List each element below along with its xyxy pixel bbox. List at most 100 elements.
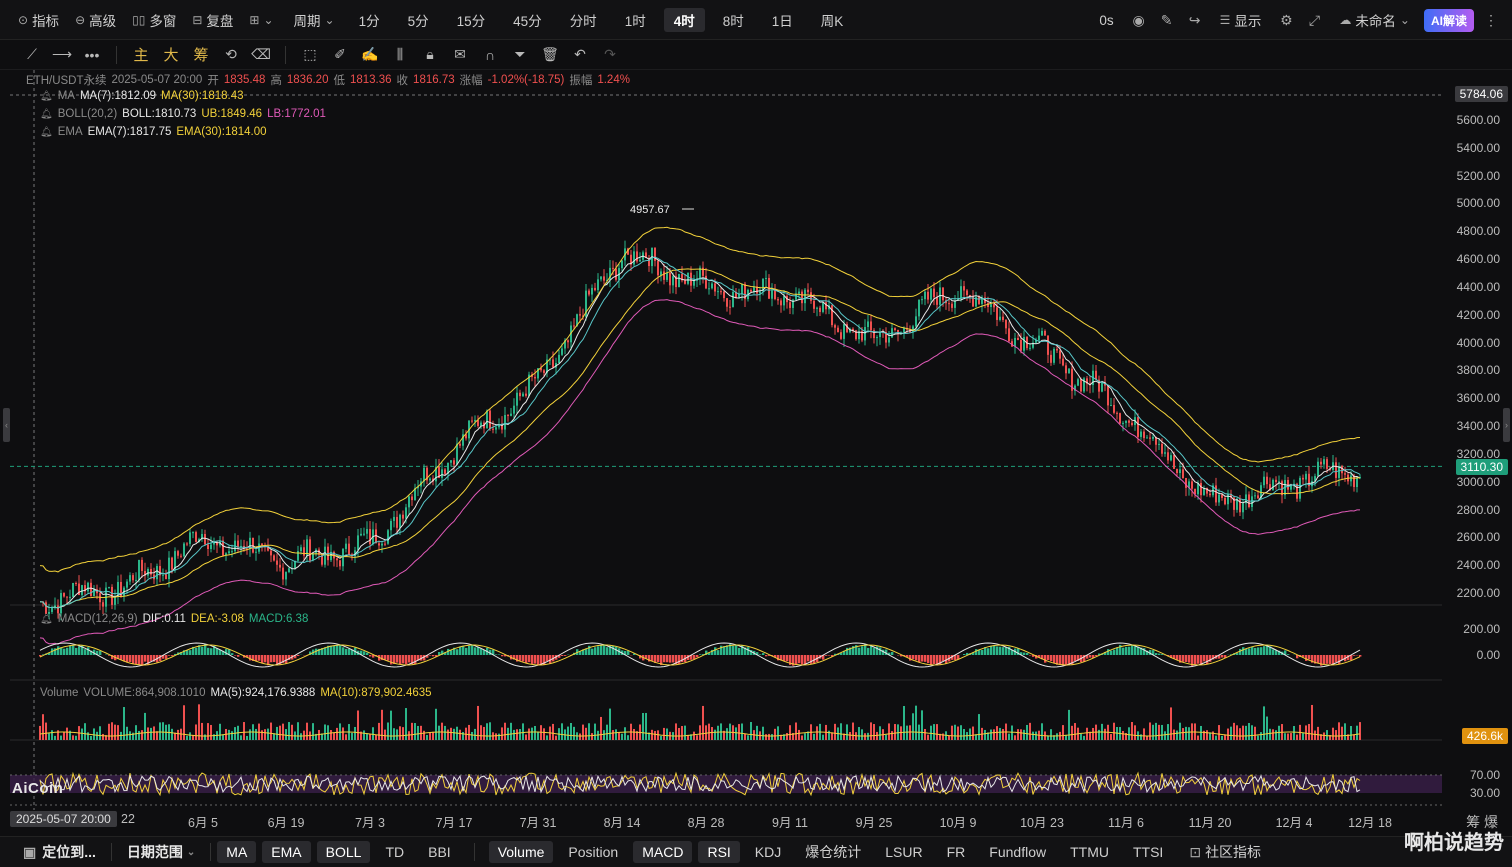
- period-tab[interactable]: 15分: [447, 8, 496, 32]
- redo-icon[interactable]: ↷: [596, 43, 624, 67]
- horizontal-line-icon[interactable]: ⟶: [48, 43, 76, 67]
- pen-icon[interactable]: ✎: [1156, 12, 1178, 29]
- bell-icon[interactable]: 🔔︎: [40, 127, 53, 138]
- time-tick: 12月 18: [1348, 816, 1392, 830]
- candle-body: [369, 529, 371, 545]
- indicator-tab[interactable]: KDJ: [746, 841, 790, 863]
- select-icon[interactable]: ⬚: [296, 43, 324, 67]
- ruler-icon[interactable]: ✐: [326, 43, 354, 67]
- indicator-tab[interactable]: BBI: [419, 841, 460, 863]
- date-range-button[interactable]: 日期范围 ⌄: [118, 841, 204, 863]
- macd-bar: [495, 654, 498, 655]
- indicator-button[interactable]: ⊙ 指标: [10, 7, 67, 33]
- left-collapse-handle[interactable]: ‹: [3, 408, 10, 442]
- camera-icon[interactable]: ◉: [1128, 12, 1150, 29]
- ema-legend[interactable]: 🔔︎ EMA EMA(7):1817.75 EMA(30):1814.00: [40, 126, 267, 138]
- indicator-tab[interactable]: BOLL: [316, 841, 371, 863]
- volume-bar: [852, 722, 854, 740]
- main-force-button[interactable]: 主: [127, 43, 155, 67]
- volume-bar: [387, 722, 389, 740]
- boll-legend[interactable]: 🔔︎ BOLL(20,2) BOLL:1810.73 UB:1849.46 LB…: [40, 108, 326, 120]
- price-axis[interactable]: 5600.00 5400.00 5200.00 5000.00 4800.00 4600.…: [1442, 70, 1512, 830]
- trash-icon[interactable]: 🗑︎: [536, 43, 564, 67]
- bell-icon[interactable]: 🔔︎: [40, 109, 53, 120]
- community-indicator-button[interactable]: ⊡ 社区指标: [1180, 841, 1270, 863]
- macd-bar: [861, 646, 864, 655]
- indicator-tab[interactable]: MA: [217, 841, 257, 863]
- filter-icon[interactable]: ⏷: [506, 43, 534, 67]
- replay-button[interactable]: ⊟ 复盘: [184, 7, 241, 33]
- indicator-tab[interactable]: LSUR: [876, 841, 931, 863]
- indicator-tab[interactable]: TTSI: [1124, 841, 1172, 863]
- indicator-tab[interactable]: Position: [559, 841, 627, 863]
- volume-bar: [1182, 728, 1184, 740]
- macd-bar: [1029, 655, 1032, 656]
- lock-icon[interactable]: 🔒︎: [416, 43, 444, 67]
- more-icon[interactable]: ⋮: [1480, 12, 1502, 29]
- dots-icon[interactable]: •••: [78, 43, 106, 67]
- period-tab[interactable]: 周K: [811, 8, 854, 32]
- chart-svg[interactable]: 4957.67: [10, 70, 1442, 830]
- multi-window-button[interactable]: ▯▯ 多窗: [124, 7, 184, 33]
- period-tab[interactable]: 8时: [713, 8, 754, 32]
- macd-bar: [138, 655, 141, 665]
- indicator-tab[interactable]: Fundflow: [980, 841, 1055, 863]
- period-tab[interactable]: 4时: [663, 7, 705, 32]
- eraser-icon[interactable]: ⌫: [247, 43, 275, 67]
- indicator-tab[interactable]: MACD: [633, 841, 693, 863]
- brush-icon[interactable]: ✍: [356, 43, 384, 67]
- ai-interpret-button[interactable]: AI解读: [1423, 8, 1474, 32]
- macd-bar: [408, 655, 411, 663]
- indicator-tab[interactable]: FR: [938, 841, 975, 863]
- period-tab[interactable]: 1日: [762, 8, 803, 32]
- candle-body: [1209, 493, 1211, 496]
- indicator-tab[interactable]: EMA: [262, 841, 311, 863]
- bell-icon[interactable]: 🔔︎: [40, 91, 53, 102]
- volume-bar: [891, 731, 893, 740]
- period-tab[interactable]: 1时: [615, 8, 656, 32]
- large-order-button[interactable]: 大: [157, 43, 185, 67]
- period-tab[interactable]: 1分: [349, 8, 390, 32]
- macd-bar: [975, 649, 978, 655]
- indicator-tab[interactable]: 爆仓统计: [796, 841, 870, 863]
- fullscreen-icon[interactable]: ⤢: [1303, 12, 1325, 29]
- macd-bar: [402, 655, 405, 664]
- note-icon[interactable]: ✉: [446, 43, 474, 67]
- locate-button[interactable]: ▣ 定位到...: [14, 841, 105, 863]
- macd-bar: [432, 655, 435, 657]
- macd-bar: [999, 646, 1002, 655]
- layout-name-menu[interactable]: ☁ 未命名 ⌄: [1331, 7, 1418, 33]
- period-tab[interactable]: 45分: [503, 8, 552, 32]
- magnet-icon[interactable]: ∩: [476, 43, 504, 67]
- period-tab[interactable]: 分时: [560, 8, 607, 32]
- indicator-tab[interactable]: TTMU: [1061, 841, 1118, 863]
- candle-body: [831, 305, 833, 326]
- share-icon[interactable]: ↪: [1184, 12, 1206, 29]
- advanced-button[interactable]: ⊖ 高级: [67, 7, 124, 33]
- candle-body: [1125, 420, 1127, 423]
- period-menu[interactable]: 周期 ⌄: [286, 7, 343, 33]
- indicator-tab[interactable]: Volume: [488, 841, 554, 863]
- sync-icon[interactable]: ⟲: [217, 43, 245, 67]
- candle-icon[interactable]: ⫼: [386, 43, 414, 67]
- trend-line-icon[interactable]: ⟋: [18, 43, 46, 67]
- bell-icon[interactable]: 🔔︎: [40, 614, 53, 625]
- layout-button[interactable]: ⊞ ⌄: [241, 7, 281, 33]
- macd-legend[interactable]: 🔔︎ MACD(12,26,9) DIF:0.11 DEA:-3.08 MACD…: [40, 613, 308, 625]
- price-tick: 2400.00: [1456, 558, 1500, 573]
- ma-legend[interactable]: 🔔︎ MA MA(7):1812.09 MA(30):1818.43: [40, 90, 244, 102]
- indicator-tab[interactable]: RSI: [698, 841, 740, 863]
- chart-area[interactable]: 4957.67: [10, 70, 1442, 830]
- candle-body: [1110, 405, 1112, 407]
- volume-legend[interactable]: Volume VOLUME:864,908.1010 MA(5):924,176…: [40, 687, 432, 699]
- gear-icon[interactable]: ⚙: [1275, 12, 1297, 29]
- time-axis[interactable]: 22 6月 5 6月 19 7月 3 7月 17 7月 31 8月 14 8月 28 9月 11…: [10, 808, 1442, 830]
- display-button[interactable]: ☰ 显示: [1212, 7, 1270, 33]
- period-tab[interactable]: 5分: [398, 8, 439, 32]
- chip-button[interactable]: 筹: [187, 43, 215, 67]
- indicator-tab[interactable]: TD: [376, 841, 413, 863]
- candle-body: [180, 555, 182, 557]
- undo-icon[interactable]: ↶: [566, 43, 594, 67]
- macd-bar: [1002, 647, 1005, 655]
- volume-bar: [642, 713, 644, 740]
